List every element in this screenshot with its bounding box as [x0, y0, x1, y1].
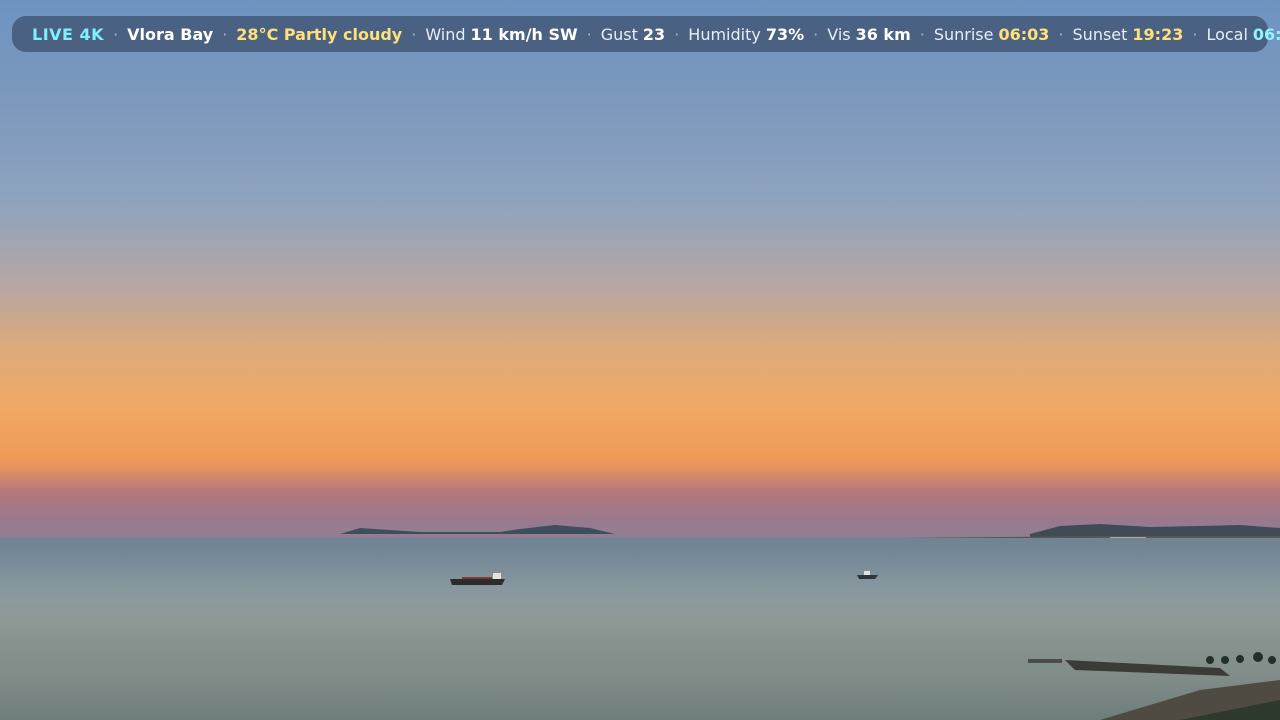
palm-trees [1206, 652, 1276, 664]
weather-overlay-bar: LIVE 4K · Vlora Bay · 28°C Partly cloudy… [12, 16, 1280, 52]
visibility-label: Vis [827, 24, 851, 44]
local-time-value: 06:17 [1252, 24, 1280, 44]
separator: · [411, 24, 417, 44]
sunrise-label: Sunrise [933, 24, 994, 44]
location-name: Vlora Bay [127, 24, 214, 44]
separator: · [586, 24, 592, 44]
live-badge: LIVE 4K [32, 24, 105, 44]
sunset-value: 19:23 [1132, 24, 1184, 44]
separator: · [222, 24, 228, 44]
pier [1028, 659, 1230, 676]
local-time-label: Local [1206, 24, 1248, 44]
humidity-label: Humidity [688, 24, 761, 44]
separator: · [919, 24, 925, 44]
separator: · [674, 24, 680, 44]
webcam-scene [0, 0, 1280, 720]
weather-summary: 28°C Partly cloudy [236, 24, 403, 44]
separator: · [813, 24, 819, 44]
separator: · [113, 24, 119, 44]
visibility-value: 36 km [855, 24, 911, 44]
separator: · [1058, 24, 1064, 44]
wind-label: Wind [425, 24, 466, 44]
humidity-value: 73% [765, 24, 805, 44]
small-boat [857, 571, 878, 579]
gust-value: 23 [642, 24, 666, 44]
foreground-details [450, 571, 1280, 720]
sunrise-value: 06:03 [998, 24, 1050, 44]
gust-label: Gust [600, 24, 638, 44]
wind-value: 11 km/h SW [470, 24, 578, 44]
cargo-ship [450, 573, 505, 585]
separator: · [1192, 24, 1198, 44]
sunset-label: Sunset [1072, 24, 1128, 44]
